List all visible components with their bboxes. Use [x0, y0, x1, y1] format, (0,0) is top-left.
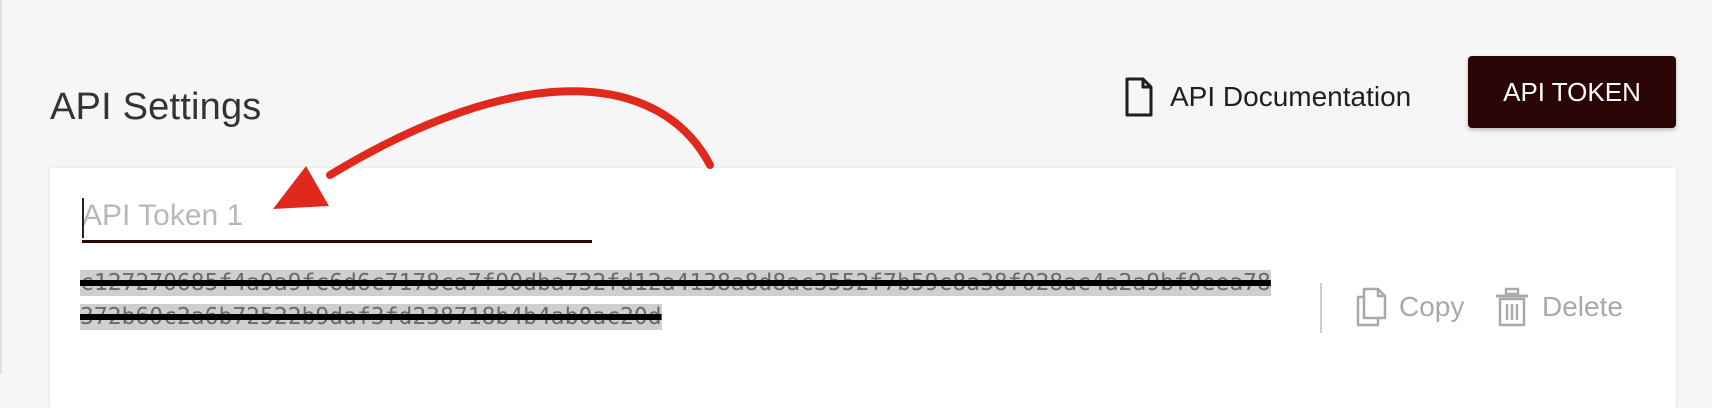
delete-button[interactable]: Delete	[1494, 285, 1623, 329]
token-name-input[interactable]	[82, 196, 592, 243]
api-documentation-link[interactable]: API Documentation	[1124, 76, 1411, 118]
token-value: c127270685f4a9a9fc6d6c7178ca7f90dba732fd…	[80, 266, 1280, 334]
delete-label: Delete	[1542, 291, 1623, 322]
actions-divider	[1320, 283, 1322, 333]
window-edge	[0, 0, 2, 374]
copy-label: Copy	[1399, 291, 1465, 322]
token-value-text: c127270685f4a9a9fc6d6c7178ca7f90dba732fd…	[80, 270, 1271, 330]
document-icon	[1124, 77, 1154, 117]
api-token-button[interactable]: API TOKEN	[1468, 56, 1676, 128]
trash-icon	[1494, 287, 1530, 327]
api-documentation-label: API Documentation	[1170, 81, 1412, 112]
token-card: c127270685f4a9a9fc6d6c7178ca7f90dba732fd…	[50, 168, 1676, 408]
text-cursor	[82, 198, 84, 238]
copy-button[interactable]: Copy	[1355, 285, 1464, 329]
page-title: API Settings	[50, 86, 262, 129]
copy-icon	[1355, 287, 1387, 327]
